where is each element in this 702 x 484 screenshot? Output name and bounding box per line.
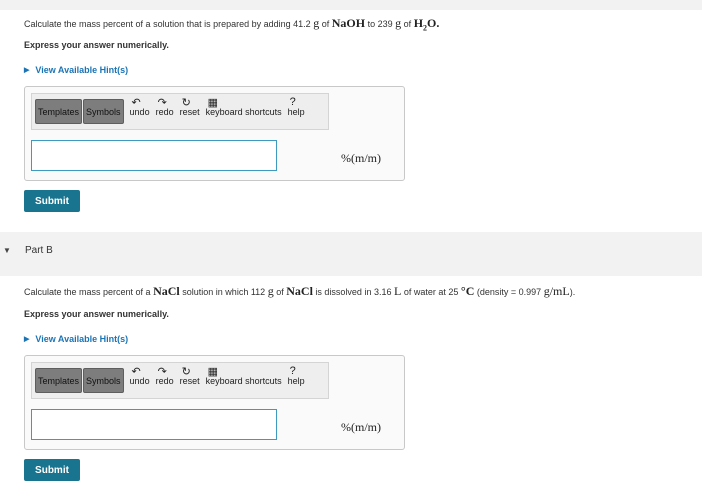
- unit-celsius: °C: [460, 284, 475, 298]
- part-a-question: Calculate the mass percent of a solution…: [24, 16, 439, 32]
- unit-g: g: [267, 284, 274, 298]
- symbols-button[interactable]: Symbols: [83, 99, 124, 124]
- formula-h2o-end: O.: [427, 16, 440, 30]
- help-label: help: [287, 375, 305, 386]
- formula-nacl: NaCl: [153, 284, 180, 298]
- part-b-question-text: of water at 25: [403, 287, 459, 297]
- reset-icon: ↻: [181, 365, 191, 378]
- redo-button[interactable]: ↷ redo: [156, 97, 174, 117]
- help-icon: ?: [289, 95, 296, 108]
- reset-button[interactable]: ↻ reset: [180, 366, 200, 386]
- symbols-button[interactable]: Symbols: [83, 368, 124, 393]
- redo-arrow-icon: ↷: [157, 365, 167, 378]
- formula-nacl: NaCl: [286, 284, 313, 298]
- caret-right-icon: ▶: [24, 67, 30, 74]
- formula-naoh: NaOH: [331, 16, 366, 30]
- help-label: help: [287, 106, 305, 117]
- formula-h2o-base: H: [413, 16, 424, 30]
- undo-button[interactable]: ↶ undo: [130, 366, 150, 386]
- part-b-answer-panel: Templates Symbols ↶ undo ↷ redo ↻ reset …: [24, 355, 405, 450]
- unit-g: g: [395, 16, 402, 30]
- undo-button[interactable]: ↶ undo: [130, 97, 150, 117]
- part-b-question-text: is dissolved in 3.16: [315, 287, 392, 297]
- reset-icon: ↻: [181, 96, 191, 109]
- answer-input[interactable]: [31, 140, 277, 171]
- unit-l: L: [393, 284, 402, 298]
- help-button[interactable]: ? help: [287, 96, 305, 117]
- math-toolbar: Templates Symbols ↶ undo ↷ redo ↻ reset …: [31, 362, 329, 399]
- undo-arrow-icon: ↶: [131, 96, 141, 109]
- submit-button[interactable]: Submit: [24, 190, 80, 212]
- help-icon: ?: [289, 364, 296, 377]
- part-a-question-text: of: [403, 19, 412, 29]
- templates-button[interactable]: Templates: [35, 368, 83, 393]
- part-a-question-text: to 239: [367, 19, 393, 29]
- caret-down-icon[interactable]: ▼: [3, 246, 11, 255]
- part-a-hint-toggle[interactable]: ▶ View Available Hint(s): [24, 65, 128, 75]
- hint-label: View Available Hint(s): [35, 334, 129, 344]
- templates-button[interactable]: Templates: [35, 99, 83, 124]
- part-b-question-text: (density = 0.997: [476, 287, 542, 297]
- undo-arrow-icon: ↶: [131, 365, 141, 378]
- part-a-question-text: of: [321, 19, 330, 29]
- caret-right-icon: ▶: [24, 336, 30, 343]
- keyboard-icon: ▦: [207, 96, 219, 109]
- part-b-hint-toggle[interactable]: ▶ View Available Hint(s): [24, 334, 128, 344]
- top-divider-bar: [0, 0, 702, 10]
- unit-density: g/mL: [543, 284, 570, 298]
- part-b-header[interactable]: [0, 232, 702, 276]
- keyboard-icon: ▦: [207, 365, 219, 378]
- redo-arrow-icon: ↷: [157, 96, 167, 109]
- part-b-question-text: solution in which 112: [182, 287, 266, 297]
- part-b-label[interactable]: Part B: [25, 245, 53, 256]
- help-button[interactable]: ? help: [287, 365, 305, 386]
- part-a-answer-panel: Templates Symbols ↶ undo ↷ redo ↻ reset …: [24, 86, 405, 181]
- keyboard-shortcuts-button[interactable]: ▦ keyboard shortcuts: [206, 366, 282, 386]
- formula-h2o: H2O.: [413, 16, 440, 32]
- math-toolbar: Templates Symbols ↶ undo ↷ redo ↻ reset …: [31, 93, 329, 130]
- reset-button[interactable]: ↻ reset: [180, 97, 200, 117]
- units-label: %(m/m): [341, 420, 381, 434]
- part-a-instruction: Express your answer numerically.: [24, 40, 169, 50]
- redo-button[interactable]: ↷ redo: [156, 366, 174, 386]
- part-b-instruction: Express your answer numerically.: [24, 309, 169, 319]
- answer-input[interactable]: [31, 409, 277, 440]
- part-b-question: Calculate the mass percent of a NaCl sol…: [24, 284, 575, 299]
- part-b-question-text: of: [276, 287, 284, 297]
- unit-g: g: [313, 16, 320, 30]
- part-b-question-text: ).: [569, 287, 576, 297]
- hint-label: View Available Hint(s): [35, 65, 129, 75]
- part-a-question-text: Calculate the mass percent of a solution…: [24, 19, 311, 29]
- submit-button[interactable]: Submit: [24, 459, 80, 481]
- units-label: %(m/m): [341, 151, 381, 165]
- part-b-question-text: Calculate the mass percent of a: [24, 287, 151, 297]
- keyboard-shortcuts-button[interactable]: ▦ keyboard shortcuts: [206, 97, 282, 117]
